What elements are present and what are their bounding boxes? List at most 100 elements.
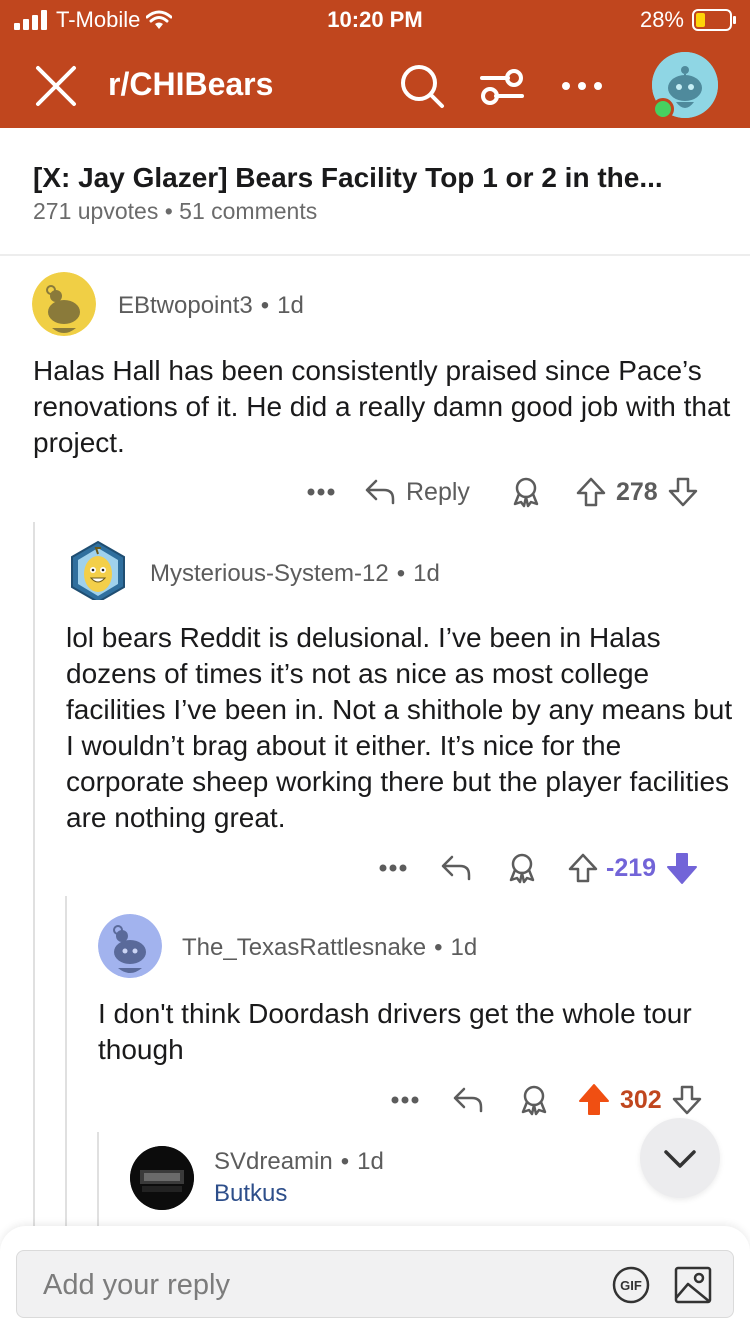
image-button[interactable] (673, 1265, 713, 1305)
more-button[interactable] (390, 1095, 452, 1105)
username[interactable]: The_TexasRattlesnake (182, 934, 426, 961)
subreddit-name[interactable]: r/CHIBears (108, 66, 273, 103)
comment-header: Mysterious-System-12 • 1d (150, 560, 440, 588)
thread-line[interactable] (65, 896, 67, 1226)
comment-header: SVdreamin • 1d (214, 1148, 384, 1176)
more-icon (391, 1096, 419, 1104)
reply-input[interactable]: Add your reply GIF (16, 1250, 734, 1318)
next-comment-button[interactable] (640, 1118, 720, 1198)
downvote-arrow-filled-icon (667, 853, 698, 884)
upvote-arrow-filled-icon (579, 1084, 609, 1115)
user-avatar[interactable] (652, 52, 718, 120)
theater-avatar-icon (130, 1146, 194, 1210)
reply-bar: Add your reply GIF (0, 1226, 750, 1334)
upvote-button[interactable] (568, 852, 606, 884)
upvote-arrow-icon (568, 853, 598, 883)
upvote-count: 271 upvotes (33, 198, 159, 224)
comment-age: 1d (450, 934, 478, 961)
battery-info: 28% (640, 7, 738, 33)
comment-ebtwopoint3: EBtwopoint3 • 1d Halas Hall has been consi… (0, 256, 750, 526)
vote-score: 278 (616, 477, 658, 506)
search-button[interactable] (398, 62, 446, 110)
thread-line[interactable] (97, 1132, 99, 1226)
comment-body: I don't think Doordash drivers get the w… (98, 998, 692, 1065)
gif-label: GIF (620, 1278, 642, 1293)
avatar[interactable] (130, 1146, 194, 1210)
downvote-arrow-icon (668, 477, 697, 507)
image-icon (674, 1266, 712, 1304)
separator: • (260, 292, 270, 319)
award-button[interactable] (518, 1084, 578, 1116)
award-icon (513, 477, 539, 508)
close-button[interactable] (32, 62, 80, 110)
nav-bar: r/CHIBears (0, 52, 750, 122)
avatar[interactable] (32, 272, 96, 336)
comment-age: 1d (277, 292, 304, 319)
username[interactable]: Mysterious-System-12 (150, 560, 389, 587)
wifi-icon (146, 10, 173, 29)
downvote-button[interactable] (672, 1084, 702, 1116)
carrier-info: T-Mobile (14, 7, 173, 33)
chevron-down-icon (664, 1150, 696, 1168)
downvote-button[interactable] (668, 476, 698, 508)
reply-arrow-icon (365, 479, 395, 505)
post-meta: 271 upvotes • 51 comments (33, 198, 317, 225)
award-button[interactable] (510, 476, 576, 508)
separator: • (340, 1148, 350, 1175)
app-header: T-Mobile 10:20 PM 28% r/CHIBears (0, 0, 750, 128)
award-button[interactable] (506, 852, 568, 884)
more-button[interactable] (306, 487, 364, 497)
battery-icon (692, 9, 736, 31)
avatar[interactable] (68, 540, 128, 600)
comment-actions: Reply 278 (306, 472, 698, 512)
thread-line[interactable] (33, 522, 35, 1226)
upvote-button-active[interactable] (578, 1083, 620, 1117)
username[interactable]: EBtwopoint3 (118, 292, 253, 319)
comment-age: 1d (413, 560, 440, 587)
snoo-avatar-icon (98, 914, 162, 978)
gif-icon: GIF (612, 1266, 650, 1304)
downvote-button-active[interactable] (666, 851, 698, 885)
comment-count: 51 comments (179, 198, 318, 224)
separator: • (434, 934, 443, 961)
online-status-dot (652, 98, 674, 120)
meta-separator: • (164, 198, 180, 224)
separator: • (396, 560, 406, 587)
reply-button[interactable]: Reply (364, 477, 510, 507)
reply-arrow-icon (453, 1087, 483, 1113)
post-title[interactable]: [X: Jay Glazer] Bears Facility Top 1 or … (33, 162, 663, 194)
banana-avatar-icon (71, 540, 125, 600)
more-options-button[interactable] (558, 62, 606, 110)
more-icon (379, 864, 407, 872)
carrier-name: T-Mobile (56, 7, 141, 32)
gif-button[interactable]: GIF (611, 1265, 651, 1305)
close-icon (36, 66, 76, 106)
reply-arrow-icon (441, 855, 471, 881)
search-icon (401, 65, 444, 108)
award-icon (521, 1085, 547, 1116)
reply-button[interactable] (452, 1085, 518, 1115)
battery-percent: 28% (639, 7, 684, 32)
award-icon (509, 853, 535, 884)
vote-score: -219 (606, 853, 657, 882)
avatar[interactable] (98, 914, 162, 978)
filter-icon (480, 69, 524, 105)
comment-header: EBtwopoint3 • 1d (118, 292, 304, 320)
reply-button[interactable] (440, 853, 506, 883)
comment-body: Halas Hall has been consistently praised… (33, 355, 731, 458)
post-summary[interactable]: [X: Jay Glazer] Bears Facility Top 1 or … (0, 128, 750, 256)
comment-header: The_TexasRattlesnake • 1d (182, 934, 477, 962)
sort-button[interactable] (478, 62, 526, 110)
comment-the-texasrattlesnake: The_TexasRattlesnake • 1d I don't think Do… (68, 908, 750, 1124)
comment-actions: 302 (390, 1080, 702, 1120)
upvote-button[interactable] (576, 476, 616, 508)
reply-label: Reply (406, 477, 470, 506)
more-button[interactable] (378, 863, 440, 873)
comment-mysterious-system-12: Mysterious-System-12 • 1d lol bears Reddit… (36, 530, 750, 890)
more-icon (307, 488, 335, 496)
comment-age: 1d (357, 1148, 384, 1175)
username[interactable]: SVdreamin (214, 1148, 333, 1175)
downvote-arrow-icon (672, 1085, 701, 1115)
reply-placeholder: Add your reply (43, 1269, 230, 1301)
comment-body: lol bears Reddit is delusional. I’ve bee… (66, 622, 733, 833)
